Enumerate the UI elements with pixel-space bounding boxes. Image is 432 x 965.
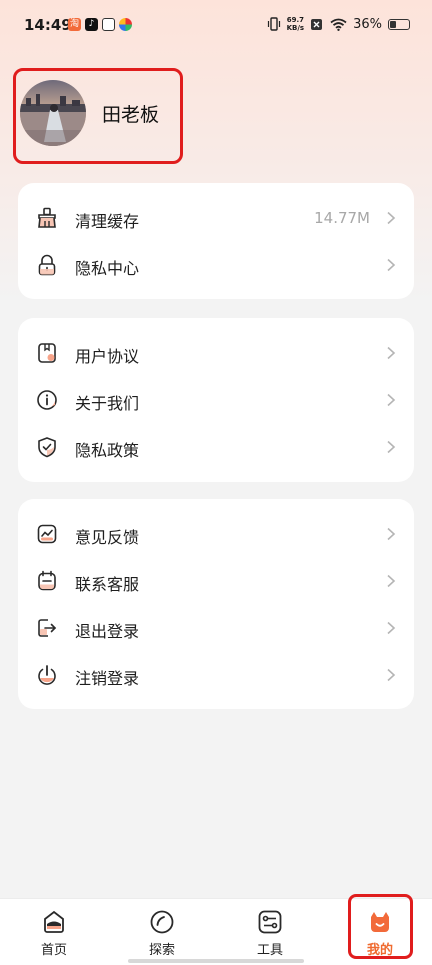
- user-agreement-row[interactable]: 用户协议: [18, 330, 414, 376]
- privacy-policy-label: 隐私政策: [75, 441, 140, 460]
- feedback-row[interactable]: 意见反馈: [18, 511, 414, 557]
- feedback-label: 意见反馈: [75, 528, 140, 547]
- nav-explore[interactable]: 探索: [122, 899, 202, 965]
- chevron-right-icon: [387, 574, 396, 588]
- battery-percent: 36%: [353, 16, 382, 32]
- home-icon: [44, 910, 64, 933]
- shield-icon: [38, 437, 56, 458]
- net-speed-value: 69.7: [286, 16, 304, 24]
- chevron-right-icon: [387, 393, 396, 407]
- about-us-label: 关于我们: [75, 394, 140, 413]
- net-speed-unit: KB/s: [286, 24, 305, 32]
- lock-icon: [38, 254, 56, 276]
- cache-size-value: 14.77M: [314, 209, 370, 227]
- privacy-policy-row[interactable]: 隐私政策: [18, 424, 414, 470]
- settings-card-legal: 用户协议 关于我们 隐私政策: [18, 318, 414, 482]
- chevron-right-icon: [387, 527, 396, 541]
- status-notification-icons: 淘 ♪: [68, 18, 132, 31]
- nav-tools[interactable]: 工具: [230, 899, 310, 965]
- contact-support-label: 联系客服: [75, 575, 140, 594]
- status-time: 14:49: [24, 16, 72, 34]
- broom-icon: [38, 207, 56, 228]
- clear-cache-row[interactable]: 清理缓存 14.77M: [18, 195, 414, 241]
- wifi-icon: [330, 18, 347, 31]
- tiktok-icon: ♪: [85, 18, 98, 31]
- home-indicator[interactable]: [128, 959, 304, 963]
- power-icon: [38, 665, 56, 685]
- vibrate-icon: [267, 17, 280, 31]
- nav-home[interactable]: 首页: [14, 899, 94, 965]
- link-icon: [102, 18, 115, 31]
- deactivate-account-row[interactable]: 注销登录: [18, 652, 414, 698]
- chevron-right-icon: [387, 440, 396, 454]
- nav-tools-label: 工具: [256, 943, 283, 958]
- battery-fill: [390, 20, 396, 28]
- nav-home-label: 首页: [40, 943, 67, 958]
- pinwheel-icon: [119, 18, 132, 31]
- app-notification-icon: 淘: [68, 18, 81, 31]
- status-bar: 14:49 淘 ♪ 69.7 KB/s 36%: [0, 0, 432, 52]
- chevron-right-icon: [387, 346, 396, 360]
- chevron-right-icon: [387, 258, 396, 272]
- battery-icon: [388, 18, 410, 30]
- avatar[interactable]: [20, 80, 86, 146]
- nav-explore-label: 探索: [148, 943, 175, 958]
- wifi-off-icon: [311, 18, 323, 30]
- chevron-right-icon: [387, 211, 396, 225]
- status-right: 69.7 KB/s 36%: [267, 16, 410, 32]
- explore-icon: [150, 910, 174, 934]
- settings-card-cache-privacy: 清理缓存 14.77M 隐私中心: [18, 183, 414, 299]
- clear-cache-label: 清理缓存: [75, 212, 140, 231]
- settings-card-account: 意见反馈 联系客服 退出登录 注销登录: [18, 499, 414, 709]
- info-icon: [37, 390, 57, 410]
- net-speed: 69.7 KB/s: [287, 16, 304, 32]
- feedback-icon: [37, 524, 57, 544]
- user-agreement-label: 用户协议: [75, 347, 140, 366]
- about-us-row[interactable]: 关于我们: [18, 377, 414, 423]
- privacy-center-label: 隐私中心: [75, 259, 140, 278]
- privacy-center-row[interactable]: 隐私中心: [18, 242, 414, 288]
- chevron-right-icon: [387, 668, 396, 682]
- chevron-right-icon: [387, 621, 396, 635]
- customer-service-icon: [38, 570, 56, 591]
- nav-profile-highlight-box: [348, 894, 413, 959]
- agreement-icon: [38, 343, 56, 363]
- avatar-image: [20, 80, 86, 146]
- logout-row[interactable]: 退出登录: [18, 605, 414, 651]
- contact-support-row[interactable]: 联系客服: [18, 558, 414, 604]
- tools-icon: [258, 910, 282, 934]
- logout-icon: [38, 619, 57, 637]
- profile-name[interactable]: 田老板: [102, 100, 159, 127]
- deactivate-account-label: 注销登录: [75, 669, 140, 688]
- logout-label: 退出登录: [75, 622, 140, 641]
